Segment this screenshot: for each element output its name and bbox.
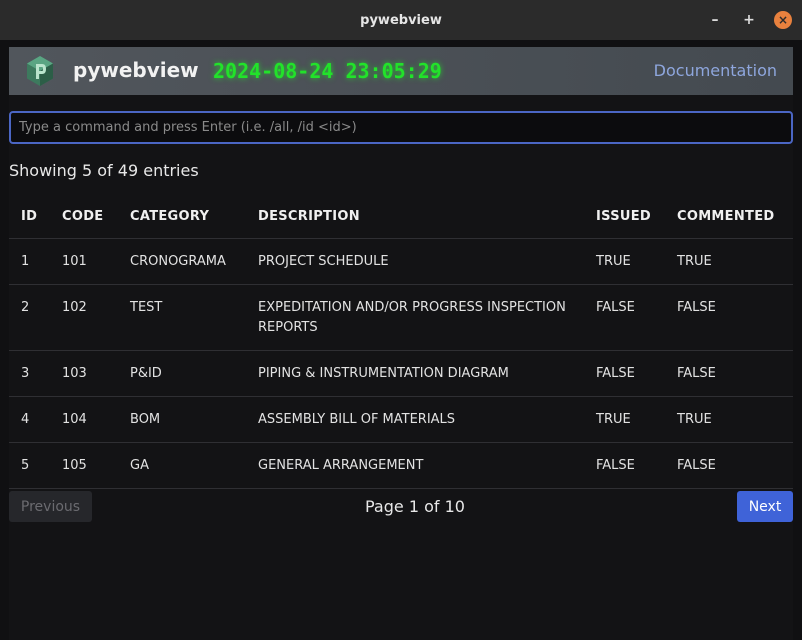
clock-display: 2024-08-24 23:05:29 <box>213 59 442 83</box>
cell-code: 104 <box>50 396 118 443</box>
column-header-description: DESCRIPTION <box>246 195 584 239</box>
app-content: pywebview 2024-08-24 23:05:29 Documentat… <box>9 47 793 640</box>
table-row[interactable]: 1 101 CRONOGRAMA PROJECT SCHEDULE TRUE T… <box>9 238 793 285</box>
close-icon: × <box>774 11 792 29</box>
column-header-category: CATEGORY <box>118 195 246 239</box>
cell-code: 103 <box>50 350 118 397</box>
table-row[interactable]: 4 104 BOM ASSEMBLY BILL OF MATERIALS TRU… <box>9 396 793 443</box>
cell-issued: TRUE <box>584 238 665 285</box>
cell-issued: FALSE <box>584 350 665 397</box>
cell-commented: TRUE <box>665 396 793 443</box>
cell-commented: FALSE <box>665 442 793 489</box>
cell-id: 1 <box>9 238 50 285</box>
column-header-id: ID <box>9 195 50 239</box>
entries-table: ID CODE CATEGORY DESCRIPTION ISSUED COMM… <box>9 195 793 489</box>
next-page-button[interactable]: Next <box>737 491 793 522</box>
app-header: pywebview 2024-08-24 23:05:29 Documentat… <box>9 47 793 95</box>
cell-description: GENERAL ARRANGEMENT <box>246 442 584 489</box>
cell-issued: FALSE <box>584 284 665 351</box>
table-row[interactable]: 5 105 GA GENERAL ARRANGEMENT FALSE FALSE <box>9 442 793 489</box>
previous-page-button[interactable]: Previous <box>9 491 92 522</box>
cell-category: GA <box>118 442 246 489</box>
column-header-commented: COMMENTED <box>665 195 793 239</box>
cell-commented: TRUE <box>665 238 793 285</box>
cell-code: 105 <box>50 442 118 489</box>
close-button[interactable]: × <box>768 0 798 40</box>
cell-issued: TRUE <box>584 396 665 443</box>
maximize-icon: + <box>743 12 755 28</box>
table-row[interactable]: 3 103 P&ID PIPING & INSTRUMENTATION DIAG… <box>9 350 793 397</box>
cell-category: P&ID <box>118 350 246 397</box>
cell-code: 102 <box>50 284 118 351</box>
cell-id: 5 <box>9 442 50 489</box>
pywebview-logo-icon <box>27 56 53 86</box>
documentation-link[interactable]: Documentation <box>654 61 777 80</box>
column-header-code: CODE <box>50 195 118 239</box>
maximize-button[interactable]: + <box>734 0 764 40</box>
cell-description: ASSEMBLY BILL OF MATERIALS <box>246 396 584 443</box>
cell-description: PROJECT SCHEDULE <box>246 238 584 285</box>
app-name: pywebview <box>73 58 199 82</box>
cell-id: 4 <box>9 396 50 443</box>
window-titlebar: pywebview – + × <box>0 0 802 40</box>
command-input[interactable] <box>9 111 793 144</box>
cell-id: 3 <box>9 350 50 397</box>
minimize-icon: – <box>711 12 719 28</box>
cell-id: 2 <box>9 284 50 351</box>
cell-description: PIPING & INSTRUMENTATION DIAGRAM <box>246 350 584 397</box>
cell-code: 101 <box>50 238 118 285</box>
cell-commented: FALSE <box>665 350 793 397</box>
window-title: pywebview <box>360 12 442 28</box>
cell-category: TEST <box>118 284 246 351</box>
cell-commented: FALSE <box>665 284 793 351</box>
cell-category: CRONOGRAMA <box>118 238 246 285</box>
page-indicator: Page 1 of 10 <box>365 497 465 516</box>
entries-summary: Showing 5 of 49 entries <box>9 161 199 180</box>
minimize-button[interactable]: – <box>700 0 730 40</box>
column-header-issued: ISSUED <box>584 195 665 239</box>
cell-description: EXPEDITATION AND/OR PROGRESS INSPECTION … <box>246 284 584 351</box>
cell-issued: FALSE <box>584 442 665 489</box>
table-header-row: ID CODE CATEGORY DESCRIPTION ISSUED COMM… <box>9 195 793 239</box>
table-row[interactable]: 2 102 TEST EXPEDITATION AND/OR PROGRESS … <box>9 284 793 351</box>
cell-category: BOM <box>118 396 246 443</box>
